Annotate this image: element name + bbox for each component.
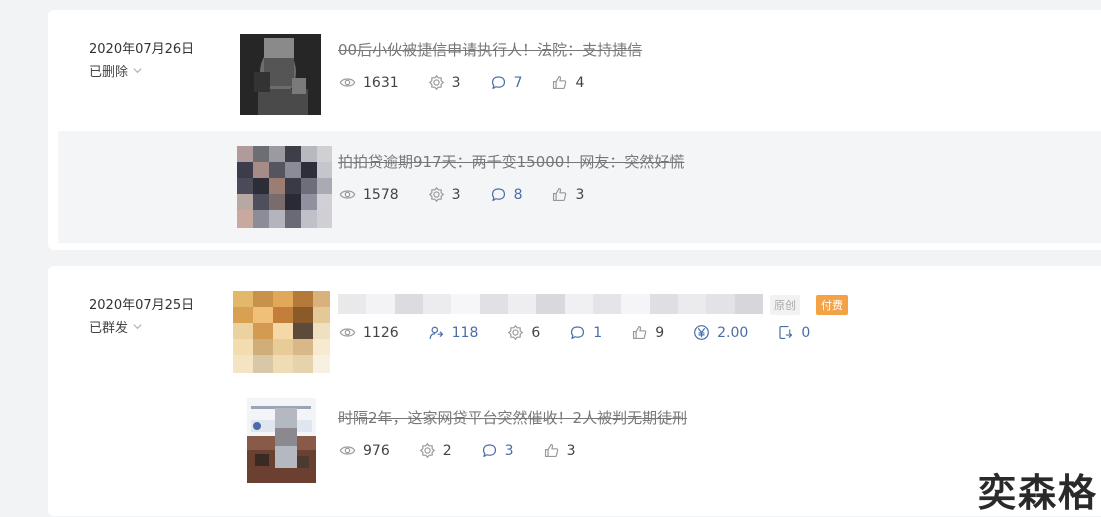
eye-icon (339, 324, 356, 341)
views-stat: 976 (339, 442, 390, 459)
likes-stat: 9 (631, 324, 664, 341)
article-stats: 1126 118 6 1 9 2.00 0 (339, 324, 839, 341)
eye-icon (339, 74, 356, 91)
watermark-logo: 奕森格 (978, 471, 1099, 515)
post-date: 2020年07月26日 (89, 42, 195, 57)
shares-stat: 3 (428, 186, 461, 203)
gear-icon (419, 442, 436, 459)
comment-icon (569, 324, 586, 341)
article-thumbnail[interactable] (237, 146, 332, 228)
gear-icon (428, 186, 445, 203)
likes-stat: 4 (551, 74, 584, 91)
shares-stat: 6 (507, 324, 540, 341)
comment-icon (490, 74, 507, 91)
paid-amount-stat[interactable]: 2.00 (693, 324, 748, 341)
thumbnail-image (237, 146, 332, 228)
chevron-down-icon (132, 65, 143, 76)
paid-tag: 付费 (816, 295, 848, 315)
comments-stat[interactable]: 3 (481, 442, 514, 459)
shares-stat: 3 (428, 74, 461, 91)
thumbnail-image (233, 291, 330, 373)
views-stat: 1631 (339, 74, 399, 91)
thumbnail-image (240, 34, 321, 115)
likes-stat: 3 (543, 442, 576, 459)
article-stats: 976 2 3 3 (339, 442, 605, 459)
status-label: 已删除 (89, 65, 129, 80)
comments-stat[interactable]: 7 (490, 74, 522, 91)
comment-icon (481, 442, 498, 459)
article-thumbnail[interactable] (247, 398, 316, 483)
views-stat: 1126 (339, 324, 399, 341)
yen-icon (693, 324, 710, 341)
post-group-card: 2020年07月26日 已删除 00后小伙被捷信申请执行人！法院：支持捷信 16… (48, 10, 1101, 250)
post-group-card: 2020年07月25日 已群发 原创 付费 1126 118 6 1 9 2.0… (48, 266, 1101, 516)
views-stat: 1578 (339, 186, 399, 203)
thumbs-up-icon (543, 442, 560, 459)
article-title[interactable]: 时隔2年，这家网贷平台突然催收！2人被判无期徒刑 (338, 407, 687, 428)
article-stats: 1631 3 7 4 (339, 74, 613, 91)
status-label: 已群发 (89, 321, 129, 336)
thumbnail-image (247, 398, 316, 483)
comments-stat[interactable]: 1 (569, 324, 602, 341)
article-thumbnail[interactable] (233, 291, 330, 373)
blurred-article-title[interactable] (338, 294, 763, 314)
gear-icon (507, 324, 524, 341)
status-dropdown[interactable]: 已群发 (89, 317, 143, 336)
likes-stat: 3 (551, 186, 584, 203)
status-dropdown[interactable]: 已删除 (89, 61, 143, 80)
thumbs-up-icon (631, 324, 648, 341)
reprint-icon (777, 324, 794, 341)
thumbs-up-icon (551, 186, 568, 203)
article-title[interactable]: 00后小伙被捷信申请执行人！法院：支持捷信 (338, 39, 642, 60)
chevron-down-icon (132, 321, 143, 332)
article-title[interactable]: 拍拍贷逾期917天：两千变15000！网友：突然好慌 (338, 151, 684, 172)
gear-icon (428, 74, 445, 91)
article-stats: 1578 3 8 3 (339, 186, 613, 203)
reprints-stat[interactable]: 0 (777, 324, 810, 341)
article-thumbnail[interactable] (240, 34, 321, 115)
thumbs-up-icon (551, 74, 568, 91)
forwards-stat[interactable]: 118 (428, 324, 478, 341)
comment-icon (490, 186, 507, 203)
comments-stat[interactable]: 8 (490, 186, 522, 203)
original-tag: 原创 (770, 295, 800, 315)
shares-stat: 2 (419, 442, 452, 459)
forward-user-icon (428, 324, 445, 341)
eye-icon (339, 442, 356, 459)
post-date: 2020年07月25日 (89, 298, 195, 313)
eye-icon (339, 186, 356, 203)
